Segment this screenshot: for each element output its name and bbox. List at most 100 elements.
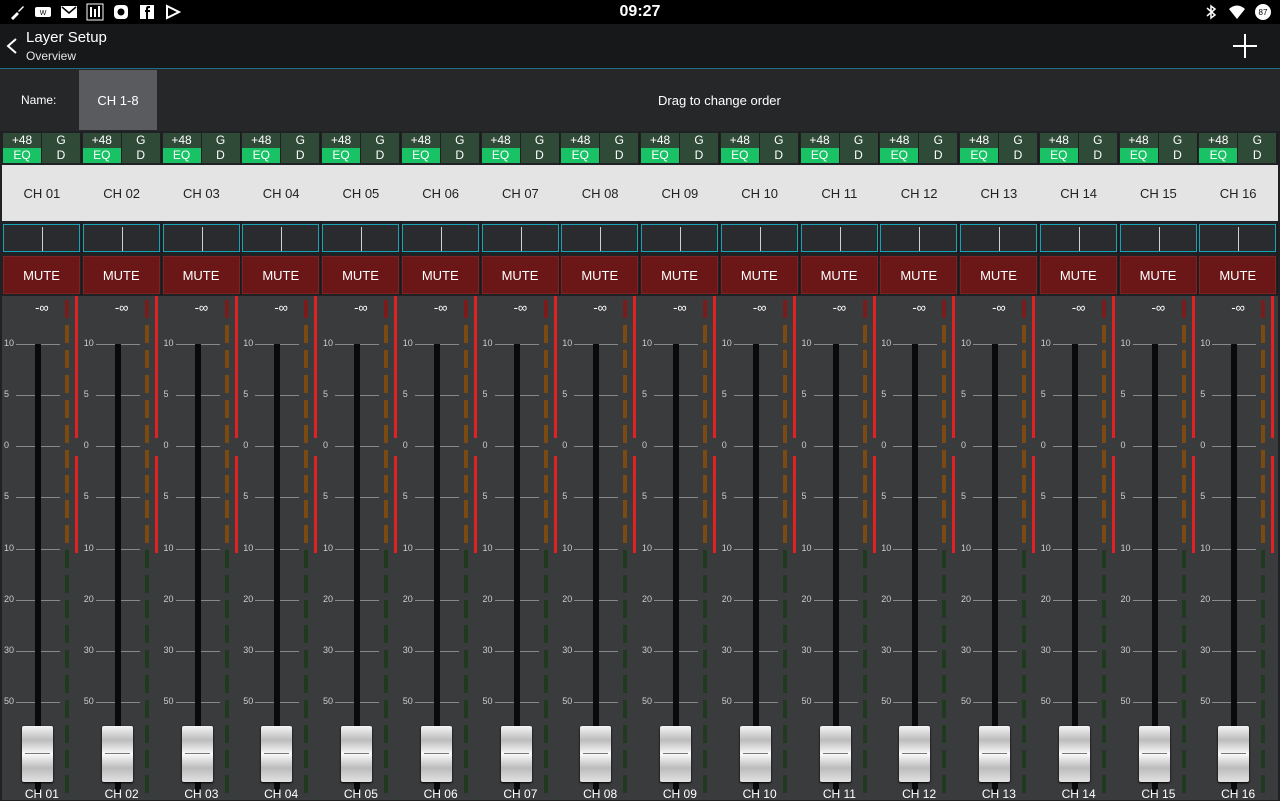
- channel-selector[interactable]: [481, 224, 559, 252]
- phantom-power-button[interactable]: +48: [82, 133, 121, 148]
- phantom-power-button[interactable]: +48: [3, 133, 41, 148]
- channel-selector[interactable]: [800, 224, 878, 252]
- eq-button[interactable]: EQ: [561, 148, 600, 163]
- eq-button[interactable]: EQ: [242, 148, 281, 163]
- mute-button[interactable]: MUTE: [720, 256, 798, 294]
- fader-knob[interactable]: [660, 726, 691, 782]
- channel-name-tile[interactable]: CH 11: [799, 165, 880, 221]
- channel-name-tile[interactable]: CH 15: [1118, 165, 1199, 221]
- channel-name-tile[interactable]: CH 05: [321, 165, 401, 221]
- gate-button[interactable]: G: [839, 133, 878, 148]
- channel-name-tile[interactable]: CH 09: [640, 165, 720, 221]
- dynamics-button[interactable]: D: [680, 148, 718, 163]
- fader-knob[interactable]: [1138, 726, 1170, 782]
- mute-button[interactable]: MUTE: [322, 256, 399, 294]
- dynamics-button[interactable]: D: [1078, 148, 1117, 163]
- channel-selector[interactable]: [561, 224, 639, 252]
- dynamics-button[interactable]: D: [999, 148, 1037, 163]
- mute-button[interactable]: MUTE: [1199, 256, 1277, 294]
- dynamics-button[interactable]: D: [919, 148, 958, 163]
- eq-button[interactable]: EQ: [162, 148, 201, 163]
- phantom-power-button[interactable]: +48: [1199, 133, 1238, 148]
- channel-selector[interactable]: [401, 224, 479, 252]
- eq-button[interactable]: EQ: [3, 148, 41, 163]
- phantom-power-button[interactable]: +48: [561, 133, 600, 148]
- fader-knob[interactable]: [739, 726, 771, 782]
- gate-button[interactable]: G: [121, 133, 160, 148]
- channel-selector[interactable]: [880, 224, 958, 252]
- gate-button[interactable]: G: [42, 133, 80, 148]
- mute-button[interactable]: MUTE: [561, 256, 639, 294]
- gate-button[interactable]: G: [361, 133, 399, 148]
- dynamics-button[interactable]: D: [839, 148, 878, 163]
- channel-selector[interactable]: [1119, 224, 1197, 252]
- phantom-power-button[interactable]: +48: [162, 133, 201, 148]
- eq-button[interactable]: EQ: [82, 148, 121, 163]
- channel-name-tile[interactable]: CH 13: [959, 165, 1039, 221]
- mute-button[interactable]: MUTE: [3, 256, 80, 294]
- eq-button[interactable]: EQ: [880, 148, 919, 163]
- eq-button[interactable]: EQ: [800, 148, 839, 163]
- gate-button[interactable]: G: [440, 133, 479, 148]
- fader-knob[interactable]: [181, 726, 213, 782]
- eq-button[interactable]: EQ: [720, 148, 759, 163]
- dynamics-button[interactable]: D: [42, 148, 80, 163]
- fader-knob[interactable]: [899, 726, 931, 782]
- phantom-power-button[interactable]: +48: [960, 133, 998, 148]
- gate-button[interactable]: G: [759, 133, 798, 148]
- eq-button[interactable]: EQ: [1039, 148, 1078, 163]
- dynamics-button[interactable]: D: [1238, 148, 1277, 163]
- mute-button[interactable]: MUTE: [162, 256, 240, 294]
- channel-selector[interactable]: [3, 224, 80, 252]
- fader-knob[interactable]: [261, 726, 293, 782]
- channel-selector[interactable]: [242, 224, 320, 252]
- mute-button[interactable]: MUTE: [800, 256, 878, 294]
- channel-selector[interactable]: [960, 224, 1037, 252]
- dynamics-button[interactable]: D: [759, 148, 798, 163]
- dynamics-button[interactable]: D: [361, 148, 399, 163]
- mute-button[interactable]: MUTE: [960, 256, 1037, 294]
- phantom-power-button[interactable]: +48: [641, 133, 679, 148]
- phantom-power-button[interactable]: +48: [242, 133, 281, 148]
- channel-selector[interactable]: [1039, 224, 1117, 252]
- gate-button[interactable]: G: [600, 133, 639, 148]
- mute-button[interactable]: MUTE: [401, 256, 479, 294]
- mute-button[interactable]: MUTE: [1039, 256, 1117, 294]
- phantom-power-button[interactable]: +48: [880, 133, 919, 148]
- phantom-power-button[interactable]: +48: [1119, 133, 1158, 148]
- fader-knob[interactable]: [979, 726, 1010, 782]
- gate-button[interactable]: G: [999, 133, 1037, 148]
- gate-button[interactable]: G: [1158, 133, 1197, 148]
- gate-button[interactable]: G: [680, 133, 718, 148]
- mute-button[interactable]: MUTE: [1119, 256, 1197, 294]
- channel-name-tile[interactable]: CH 16: [1198, 165, 1278, 221]
- dynamics-button[interactable]: D: [201, 148, 240, 163]
- eq-button[interactable]: EQ: [641, 148, 679, 163]
- fader-knob[interactable]: [420, 726, 452, 782]
- gate-button[interactable]: G: [919, 133, 958, 148]
- channel-name-tile[interactable]: CH 14: [1038, 165, 1119, 221]
- fader-knob[interactable]: [1058, 726, 1090, 782]
- dynamics-button[interactable]: D: [121, 148, 160, 163]
- channel-name-tile[interactable]: CH 02: [81, 165, 162, 221]
- phantom-power-button[interactable]: +48: [720, 133, 759, 148]
- mute-button[interactable]: MUTE: [880, 256, 958, 294]
- channel-name-tile[interactable]: CH 01: [2, 165, 82, 221]
- eq-button[interactable]: EQ: [960, 148, 998, 163]
- gate-button[interactable]: G: [1238, 133, 1277, 148]
- back-arrow-icon[interactable]: [4, 36, 20, 56]
- channel-name-tile[interactable]: CH 07: [480, 165, 561, 221]
- eq-button[interactable]: EQ: [322, 148, 360, 163]
- dynamics-button[interactable]: D: [1158, 148, 1197, 163]
- mute-button[interactable]: MUTE: [242, 256, 320, 294]
- phantom-power-button[interactable]: +48: [1039, 133, 1078, 148]
- eq-button[interactable]: EQ: [401, 148, 440, 163]
- gate-button[interactable]: G: [201, 133, 240, 148]
- mute-button[interactable]: MUTE: [481, 256, 559, 294]
- fader-knob[interactable]: [22, 726, 53, 782]
- channel-selector[interactable]: [82, 224, 160, 252]
- eq-button[interactable]: EQ: [1119, 148, 1158, 163]
- add-icon[interactable]: [1232, 33, 1258, 59]
- channel-name-tile[interactable]: CH 10: [719, 165, 800, 221]
- dynamics-button[interactable]: D: [600, 148, 639, 163]
